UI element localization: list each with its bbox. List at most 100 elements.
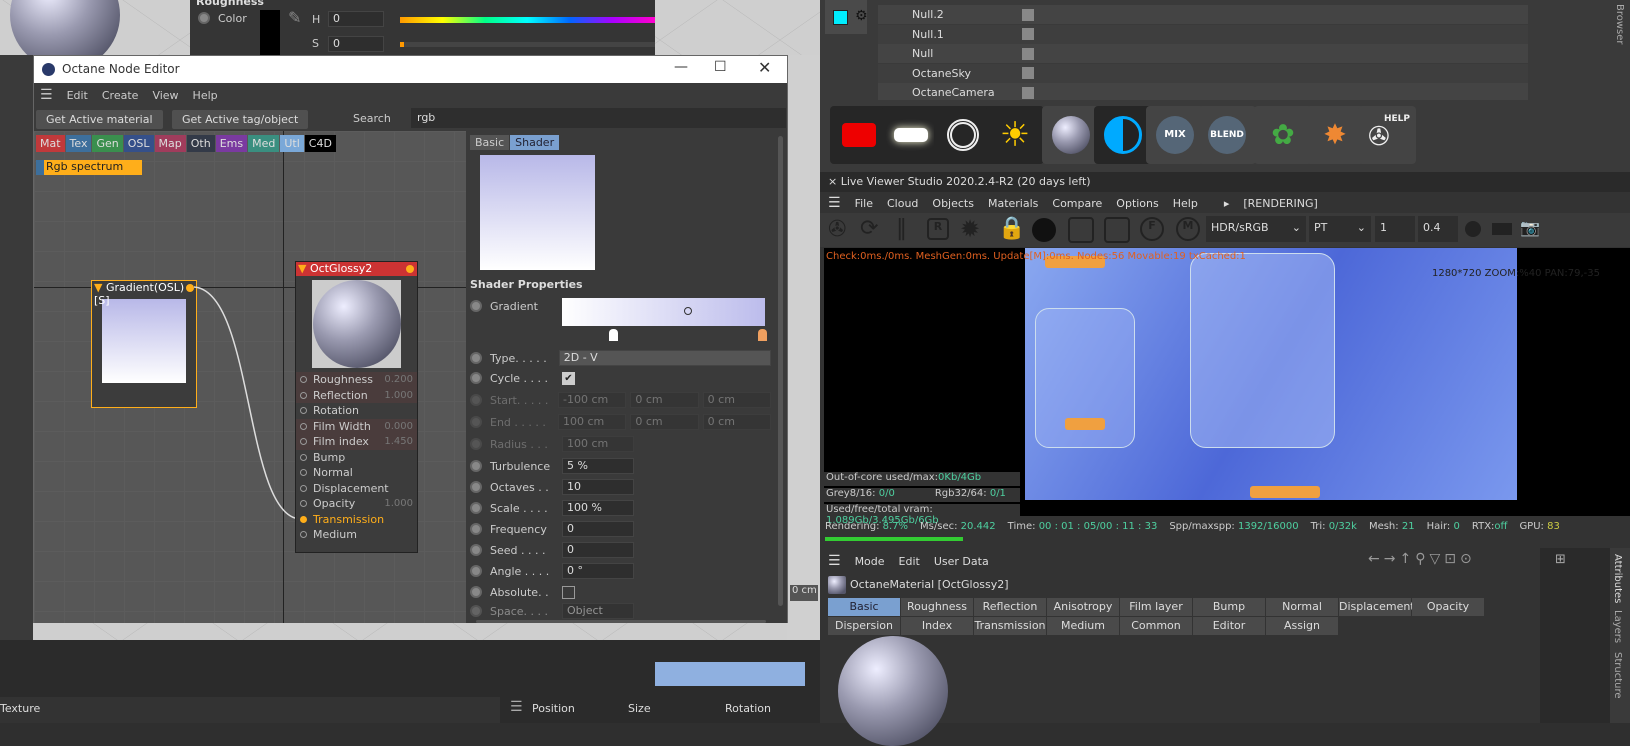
pin-opacity[interactable]: Opacity 1.000: [296, 496, 417, 512]
menu-help[interactable]: Help: [1173, 197, 1198, 210]
param-input[interactable]: 0 °: [562, 563, 634, 579]
sky-button[interactable]: [1094, 106, 1152, 164]
animate-radio[interactable]: [470, 523, 482, 535]
menu-user-data[interactable]: User Data: [934, 555, 989, 568]
add-panel-icon[interactable]: ⊞: [1555, 552, 1566, 567]
pin-film-width[interactable]: Film Width 0.000: [296, 418, 417, 434]
focus-icon[interactable]: F: [1140, 217, 1164, 241]
pin-socket-icon[interactable]: [300, 422, 307, 430]
minimize-button[interactable]: —: [674, 59, 688, 75]
tab-browser[interactable]: Browser: [1614, 4, 1625, 45]
pin-socket-icon[interactable]: [300, 515, 307, 523]
eyedropper-icon[interactable]: ✎: [288, 8, 301, 27]
pin-rotation[interactable]: Rotation: [296, 403, 417, 419]
help-button[interactable]: HELP ✇: [1358, 106, 1416, 164]
attr-tab-bump[interactable]: Bump: [1193, 598, 1266, 616]
area-light-button[interactable]: [882, 106, 940, 164]
radius-input[interactable]: 100 cm: [562, 436, 634, 452]
render-view[interactable]: Check:0ms./0ms. MeshGen:0ms. Update[M]:0…: [824, 248, 1630, 526]
node-canvas[interactable]: Mat Tex Gen OSL Map Oth Ems Med Utl C4D Rgb spect…: [34, 131, 466, 623]
visibility-icon[interactable]: [1022, 67, 1034, 79]
get-active-material-button[interactable]: Get Active material: [36, 110, 163, 129]
gradient-bar[interactable]: [562, 298, 765, 326]
param-input[interactable]: 5 %: [562, 458, 634, 474]
pin-socket-icon[interactable]: [300, 391, 307, 399]
mix-button[interactable]: MIX: [1146, 106, 1204, 164]
pin-medium[interactable]: Medium: [296, 527, 417, 543]
output-pin[interactable]: [406, 265, 414, 273]
pin-socket-icon[interactable]: [300, 453, 307, 461]
start-y[interactable]: 0 cm: [630, 392, 699, 408]
menu-mode[interactable]: Mode: [855, 555, 885, 568]
visibility-icon[interactable]: [1022, 8, 1034, 21]
visibility-icon[interactable]: [1022, 47, 1034, 60]
end-y[interactable]: 0 cm: [630, 414, 699, 430]
menu-view[interactable]: View: [152, 89, 178, 102]
hamburger-icon[interactable]: ☰: [828, 195, 841, 211]
pin-roughness[interactable]: Roughness 0.200: [296, 372, 417, 388]
start-x[interactable]: -100 cm: [558, 392, 627, 408]
pin-film-index[interactable]: Film index 1.450: [296, 434, 417, 450]
horizontal-scrollbar[interactable]: [476, 620, 766, 623]
minus-icon[interactable]: [1104, 217, 1130, 243]
attr-tab-normal[interactable]: Normal: [1266, 598, 1339, 616]
kernel-dropdown[interactable]: PT ⌄: [1309, 216, 1371, 242]
hamburger-icon[interactable]: ☰: [40, 87, 53, 103]
nav-icons[interactable]: ←→↑⚲▽⊡⊙: [1368, 551, 1476, 567]
gear-icon[interactable]: ⚙: [855, 8, 868, 24]
close-icon[interactable]: ×: [828, 175, 837, 188]
pin-socket-icon[interactable]: [300, 438, 307, 446]
screenshot-icon[interactable]: 📷: [1520, 218, 1540, 237]
material-pick-icon[interactable]: M: [1176, 217, 1200, 241]
blend-button[interactable]: BLEND: [1198, 106, 1256, 164]
pin-reflection[interactable]: Reflection 1.000: [296, 387, 417, 403]
pin-socket-icon[interactable]: [300, 500, 307, 508]
get-active-tag-button[interactable]: Get Active tag/object: [172, 110, 309, 129]
tab-layers[interactable]: Layers: [1612, 610, 1623, 643]
pin-normal[interactable]: Normal: [296, 465, 417, 481]
tab-attributes[interactable]: Attributes: [1612, 554, 1623, 603]
colorspace-dropdown[interactable]: HDR/sRGB ⌄: [1206, 216, 1306, 242]
color-swatch[interactable]: [260, 10, 280, 56]
visibility-icon[interactable]: [1022, 28, 1034, 40]
gradient-knot[interactable]: [758, 329, 767, 341]
param-input[interactable]: 0: [562, 542, 634, 558]
maximize-button[interactable]: ☐: [714, 59, 727, 75]
space-dropdown[interactable]: Object: [562, 603, 634, 619]
explosion-button[interactable]: ✸: [1306, 106, 1364, 164]
attr-tab-index[interactable]: Index: [901, 617, 974, 635]
hamburger-icon[interactable]: ☰: [510, 699, 523, 715]
play-icon[interactable]: ▸: [1224, 197, 1230, 210]
octane-icon[interactable]: ✇: [828, 217, 846, 242]
attr-tab-displacement[interactable]: Displacement: [1339, 598, 1415, 616]
hamburger-icon[interactable]: ☰: [828, 553, 841, 569]
param-input[interactable]: 0: [562, 521, 634, 537]
add-icon[interactable]: [1068, 217, 1094, 243]
tab-basic[interactable]: Basic: [470, 135, 510, 150]
h-input[interactable]: 0: [328, 11, 384, 27]
object-row[interactable]: OctaneSky: [878, 63, 1528, 83]
attr-tab-editor[interactable]: Editor: [1193, 617, 1266, 635]
absolute-checkbox[interactable]: [562, 585, 575, 599]
sun-light-button[interactable]: ☀: [986, 106, 1044, 164]
end-x[interactable]: 100 cm: [558, 414, 627, 430]
animate-radio[interactable]: [470, 544, 482, 556]
dot-icon[interactable]: [1465, 221, 1481, 237]
animate-radio[interactable]: [470, 502, 482, 514]
material-button[interactable]: [1042, 106, 1100, 164]
menu-materials[interactable]: Materials: [988, 197, 1038, 210]
pause-icon[interactable]: ‖: [896, 216, 907, 241]
material-ball-icon[interactable]: [1032, 218, 1056, 242]
object-row[interactable]: Null: [878, 44, 1528, 63]
menu-options[interactable]: Options: [1116, 197, 1158, 210]
pin-socket-icon[interactable]: [300, 484, 307, 492]
pin-socket-icon[interactable]: [300, 376, 307, 384]
menu-create[interactable]: Create: [102, 89, 139, 102]
target-light-button[interactable]: [934, 106, 992, 164]
camera-button[interactable]: [830, 106, 888, 164]
octglossy-node[interactable]: ▼ OctGlossy2 Roughness 0.200 Reflection 1.0…: [295, 261, 418, 553]
animate-radio[interactable]: [470, 481, 482, 493]
pin-transmission[interactable]: Transmission: [296, 512, 417, 528]
cycle-checkbox[interactable]: ✔: [562, 371, 575, 385]
hue-slider[interactable]: [400, 17, 655, 23]
